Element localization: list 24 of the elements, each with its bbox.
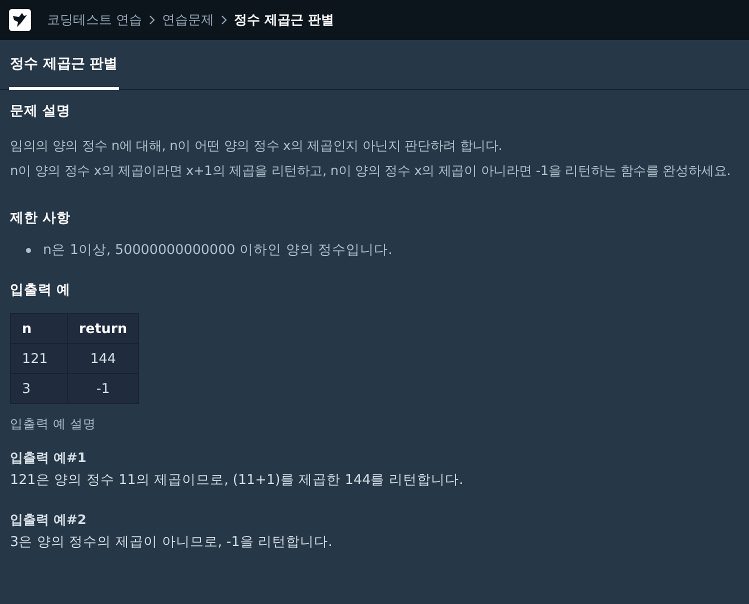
table-cell: -1 [68,374,139,404]
example-explanation: 121은 양의 정수 11의 제곱이므로, (11+1)를 제곱한 144를 리턴합니다. [10,471,464,489]
tab[interactable]: 정수 제곱근 판별 [9,40,119,90]
section-heading: 문제 설명 [10,102,72,120]
example-heading: 입출력 예#1 [10,450,88,467]
caption: 입출력 예 설명 [10,416,97,433]
chevron-icon [149,15,156,25]
breadcrumb-link[interactable]: 코딩테스트 연습 [47,11,142,29]
table-cell: 3 [10,374,68,404]
bird-logo-icon[interactable] [9,9,31,31]
table-header: n [10,314,68,344]
table-header: return [68,314,139,344]
bullet-icon [26,248,31,252]
chevron-icon [221,15,228,25]
example-heading: 입출력 예#2 [10,512,88,529]
section-heading: 입출력 예 [10,281,72,299]
table-cell: 121 [10,344,68,374]
breadcrumb-link[interactable]: 연습문제 [162,11,214,29]
current-page-title: 정수 제곱근 판별 [234,12,334,29]
section-heading: 제한 사항 [10,209,72,227]
problem-description: 임의의 양의 정수 n에 대해, n이 어떤 양의 정수 x의 제곱인지 아닌지 판단하려 합니다. n이 양의 정수 x의 제곱이라면 x+1의 제곱을 리턴하고, n이 양의 정수 x의 제곱이 아니라면 -1을 리턴하는 함수를 완성하세요. [10,138,732,181]
constraint-item: n은 1이상, 50000000000000 이하인 양의 정수입니다. [43,241,392,259]
example-explanation: 3은 양의 정수의 제곱이 아니므로, -1을 리턴합니다. [10,533,334,551]
table-cell: 144 [68,344,139,374]
